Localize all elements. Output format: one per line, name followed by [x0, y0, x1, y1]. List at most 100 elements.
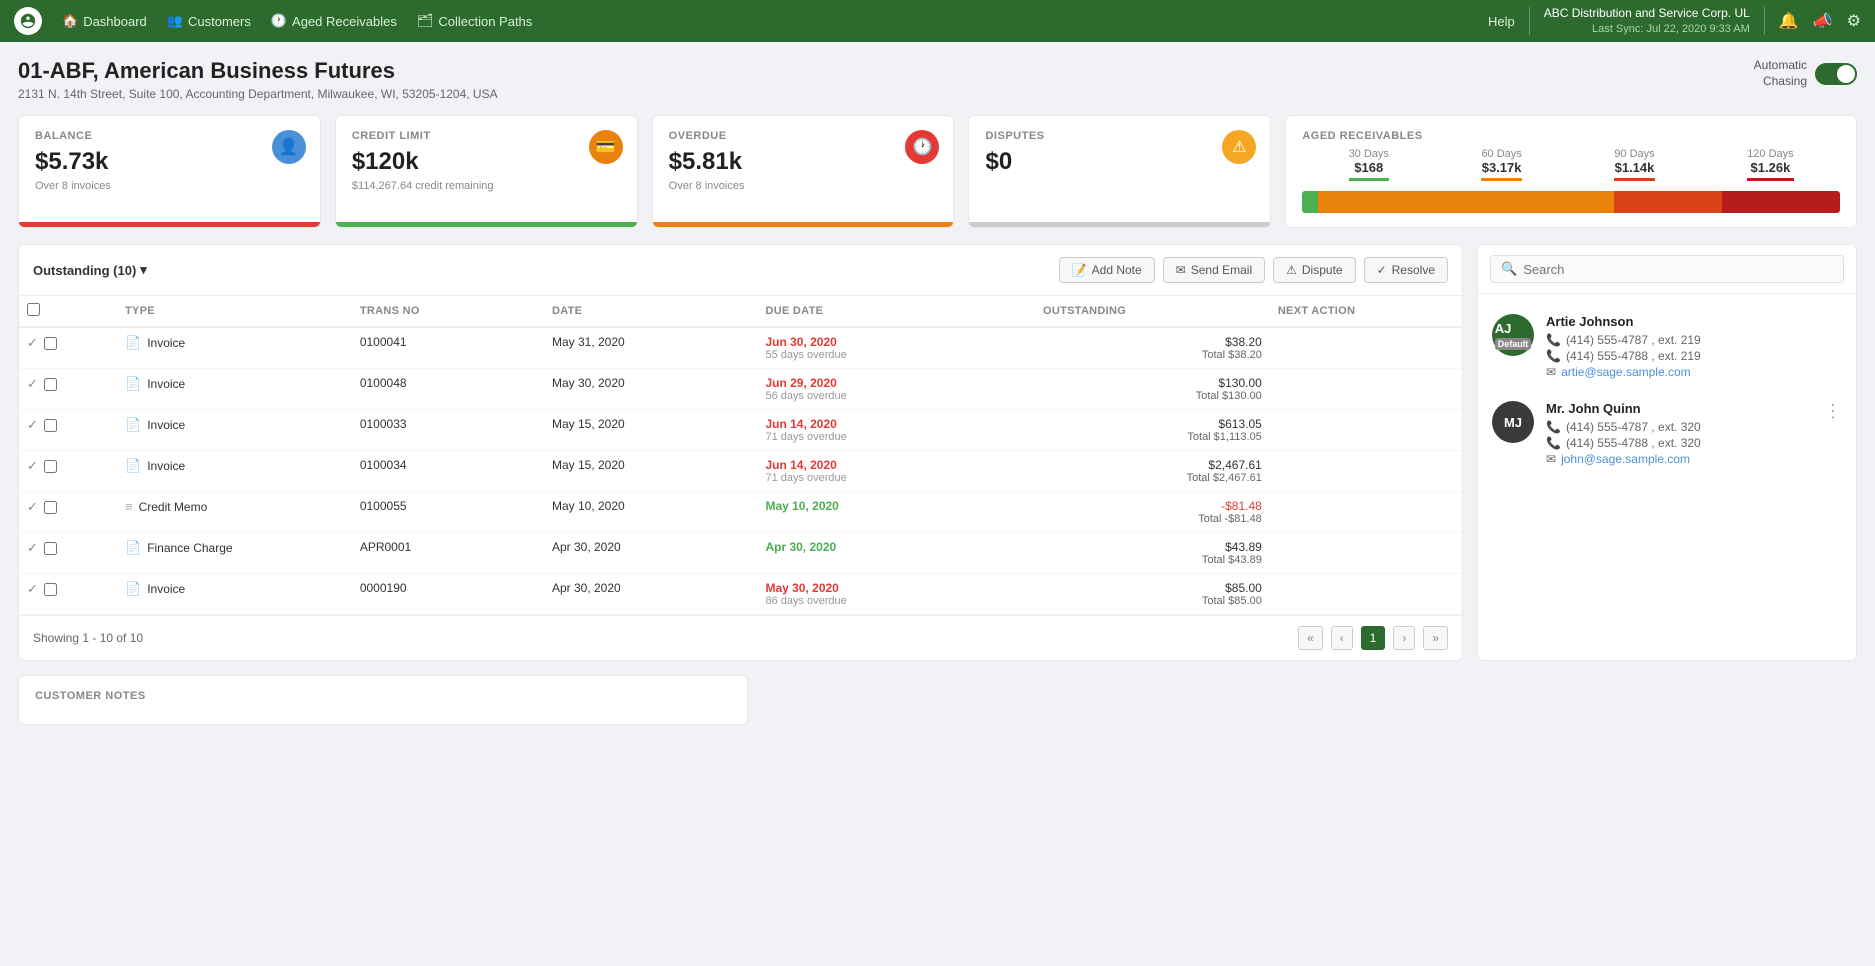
row-action — [1270, 410, 1462, 451]
megaphone-icon[interactable]: 📣 — [1813, 11, 1833, 31]
avatar-john: MJ — [1492, 401, 1534, 443]
nav-divider — [1529, 7, 1530, 35]
aged-receivables-icon: 🕐 — [271, 13, 287, 29]
table-row: ✓ 📄 Invoice 0100033 May 15, 2020 Jun 14,… — [19, 410, 1462, 451]
last-page-button[interactable]: » — [1423, 626, 1448, 650]
nav-collection-paths[interactable]: 🗂 Collection Paths — [417, 13, 532, 29]
app-logo[interactable] — [14, 7, 42, 35]
company-info: ABC Distribution and Service Corp. UL La… — [1544, 5, 1750, 37]
row-checkbox[interactable] — [44, 542, 57, 555]
check-icon: ✓ — [27, 540, 38, 556]
table-row: ✓ ≡ Credit Memo 0100055 May 10, 2020 May… — [19, 492, 1462, 533]
dropdown-arrow-icon: ▾ — [140, 262, 147, 278]
resolve-button[interactable]: ✓ Resolve — [1364, 257, 1448, 283]
contact-phone4: 📞 (414) 555-4788 , ext. 320 — [1546, 436, 1812, 450]
balance-card: BALANCE $5.73k Over 8 invoices 👤 — [18, 115, 321, 228]
dispute-button[interactable]: ⚠ Dispute — [1273, 257, 1355, 283]
aged-bar-90 — [1614, 191, 1722, 213]
doc-icon: 📄 — [125, 540, 141, 556]
contact-phone2: 📞 (414) 555-4788 , ext. 219 — [1546, 349, 1842, 363]
col-trans-header: TRANS NO — [352, 296, 544, 327]
aged-bar-60 — [1318, 191, 1614, 213]
row-check[interactable]: ✓ — [19, 574, 117, 615]
aged-receivables-card: AGED RECEIVABLES 30 Days $168 60 Days $3… — [1285, 115, 1857, 228]
bell-icon[interactable]: 🔔 — [1779, 11, 1799, 31]
row-check[interactable]: ✓ — [19, 369, 117, 410]
table-header-row: TYPE TRANS NO DATE DUE DATE OUTSTANDING … — [19, 296, 1462, 327]
row-trans: 0100033 — [352, 410, 544, 451]
row-trans: 0000190 — [352, 574, 544, 615]
row-checkbox[interactable] — [44, 460, 57, 473]
add-note-button[interactable]: 📝 Add Note — [1059, 257, 1155, 283]
credit-limit-bar — [336, 222, 637, 227]
auto-chasing-toggle[interactable] — [1815, 63, 1857, 85]
contact-item: AJ Default Artie Johnson 📞 (414) 555-478… — [1478, 304, 1856, 391]
row-outstanding: $613.05 Total $1,113.05 — [1035, 410, 1270, 451]
send-email-button[interactable]: ✉ Send Email — [1163, 257, 1265, 283]
more-options-icon[interactable]: ⋮ — [1824, 401, 1842, 422]
help-link[interactable]: Help — [1488, 14, 1515, 29]
table-row: ✓ 📄 Invoice 0100041 May 31, 2020 Jun 30,… — [19, 327, 1462, 369]
row-check[interactable]: ✓ — [19, 410, 117, 451]
row-checkbox[interactable] — [44, 501, 57, 514]
overdue-label: OVERDUE — [669, 130, 938, 142]
disputes-card: DISPUTES $0 ⚠ — [968, 115, 1271, 228]
col-check — [19, 296, 117, 327]
row-outstanding: $130.00 Total $130.00 — [1035, 369, 1270, 410]
email-icon: ✉ — [1176, 263, 1186, 277]
row-checkbox[interactable] — [44, 337, 57, 350]
aged-bar — [1302, 191, 1840, 213]
first-page-button[interactable]: « — [1298, 626, 1323, 650]
row-check[interactable]: ✓ — [19, 492, 117, 533]
doc-icon: 📄 — [125, 376, 141, 392]
credit-limit-icon: 💳 — [589, 130, 623, 164]
customer-address: 2131 N. 14th Street, Suite 100, Accounti… — [18, 87, 498, 101]
invoices-panel: Outstanding (10) ▾ 📝 Add Note ✉ Send Ema… — [18, 244, 1463, 661]
row-check[interactable]: ✓ — [19, 451, 117, 492]
email-link-2[interactable]: john@sage.sample.com — [1561, 452, 1690, 466]
credit-limit-label: CREDIT LIMIT — [352, 130, 621, 142]
toolbar-left: Outstanding (10) ▾ — [33, 262, 147, 278]
email-link[interactable]: artie@sage.sample.com — [1561, 365, 1691, 379]
row-checkbox[interactable] — [44, 378, 57, 391]
select-all-checkbox[interactable] — [27, 303, 40, 316]
row-action — [1270, 369, 1462, 410]
contact-email-2: ✉ john@sage.sample.com — [1546, 452, 1812, 466]
row-due: Apr 30, 2020 — [757, 533, 1035, 574]
nav-aged-receivables[interactable]: 🕐 Aged Receivables — [271, 13, 397, 29]
check-icon: ✓ — [27, 499, 38, 515]
page-1-button[interactable]: 1 — [1361, 626, 1386, 650]
contact-name-john: Mr. John Quinn — [1546, 401, 1812, 416]
row-date: Apr 30, 2020 — [544, 574, 757, 615]
doc-icon: 📄 — [125, 417, 141, 433]
row-checkbox[interactable] — [44, 583, 57, 596]
row-trans: 0100055 — [352, 492, 544, 533]
credit-limit-value: $120k — [352, 148, 621, 176]
nav-customers[interactable]: 👥 Customers — [167, 13, 251, 29]
doc-icon: 📄 — [125, 335, 141, 351]
stats-row: BALANCE $5.73k Over 8 invoices 👤 CREDIT … — [18, 115, 1857, 228]
row-check[interactable]: ✓ — [19, 327, 117, 369]
row-trans: 0100041 — [352, 327, 544, 369]
row-check[interactable]: ✓ — [19, 533, 117, 574]
aged-bar-120 — [1722, 191, 1840, 213]
disputes-label: DISPUTES — [985, 130, 1254, 142]
pagination: « ‹ 1 › » — [1298, 626, 1448, 650]
aged-60: 60 Days $3.17k — [1481, 148, 1521, 181]
row-type: 📄 Invoice — [117, 574, 352, 615]
settings-icon[interactable]: ⚙ — [1847, 11, 1861, 31]
col-date-header: DATE — [544, 296, 757, 327]
row-date: May 31, 2020 — [544, 327, 757, 369]
row-outstanding: -$81.48 Total -$81.48 — [1035, 492, 1270, 533]
contact-item-2: MJ Mr. John Quinn 📞 (414) 555-4787 , ext… — [1478, 391, 1856, 478]
search-input[interactable] — [1523, 262, 1833, 277]
nav-dashboard[interactable]: 🏠 Dashboard — [62, 13, 147, 29]
prev-page-button[interactable]: ‹ — [1331, 626, 1353, 650]
row-checkbox[interactable] — [44, 419, 57, 432]
doc-icon: ≡ — [125, 499, 133, 514]
check-icon: ✓ — [27, 581, 38, 597]
next-page-button[interactable]: › — [1393, 626, 1415, 650]
disputes-value: $0 — [985, 148, 1254, 176]
outstanding-filter[interactable]: Outstanding (10) ▾ — [33, 262, 147, 278]
col-action-header: NEXT ACTION — [1270, 296, 1462, 327]
